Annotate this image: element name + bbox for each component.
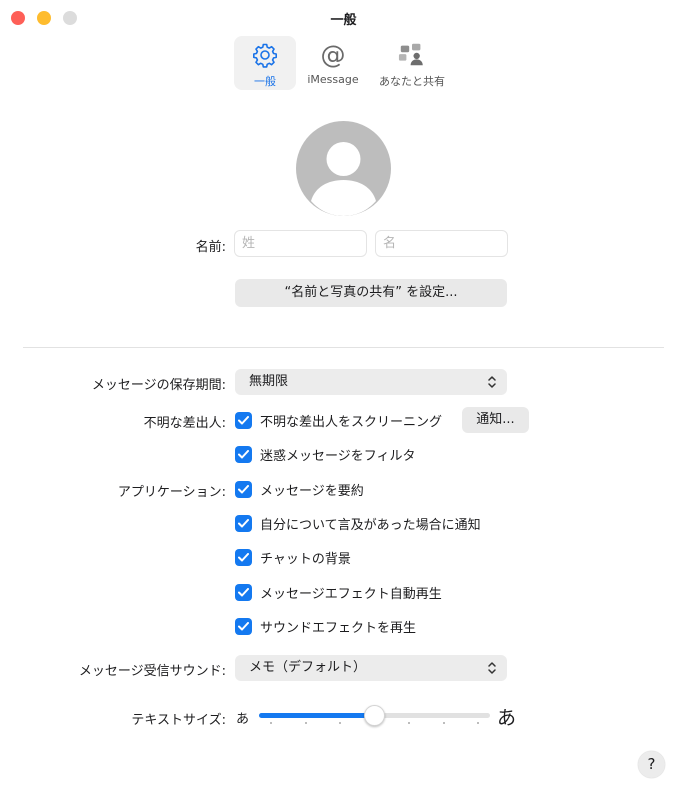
- retention-label: メッセージの保存期間:: [91, 378, 226, 393]
- slider-tick: [270, 722, 272, 724]
- slider-tick: [442, 722, 445, 724]
- last-name-field[interactable]: [234, 230, 367, 257]
- text-size-large-glyph: あ: [497, 707, 517, 729]
- shared-with-you-icon: [398, 41, 426, 69]
- checkmark-icon: [238, 484, 249, 493]
- messages-settings-window: 一般 一般 @ iMessage あなたと共有 名前: 姓 名 “名前と写真の共…: [0, 0, 687, 800]
- summarize-label: メッセージを要約: [260, 483, 364, 499]
- filter-junk-checkbox[interactable]: [235, 445, 252, 463]
- summarize-option[interactable]: メッセージを要約: [235, 479, 364, 499]
- screen-unknown-checkbox[interactable]: [235, 411, 252, 429]
- at-sign-icon: @: [320, 40, 346, 69]
- sound-effects-option[interactable]: サウンドエフェクトを再生: [235, 616, 416, 636]
- sound-effects-checkbox[interactable]: [235, 617, 252, 635]
- text-size-slider-thumb[interactable]: [364, 705, 385, 726]
- chat-background-checkbox[interactable]: [235, 548, 252, 566]
- mention-notify-checkbox[interactable]: [235, 514, 252, 532]
- retention-popup[interactable]: 無期限: [235, 369, 507, 395]
- screen-unknown-senders-option[interactable]: 不明な差出人をスクリーニング: [235, 410, 442, 430]
- section-divider: [23, 347, 664, 348]
- checkmark-icon: [238, 518, 249, 527]
- updown-chevron-icon: [488, 662, 496, 674]
- auto-effects-checkbox[interactable]: [235, 583, 252, 601]
- slider-tick: [339, 722, 341, 724]
- tab-shared-label: あなたと共有: [379, 75, 445, 88]
- received-sound-value: メモ（デフォルト）: [249, 660, 367, 675]
- name-label: 名前:: [195, 240, 226, 255]
- sound-effects-label: サウンドエフェクトを再生: [260, 620, 417, 636]
- text-size-label: テキストサイズ:: [131, 713, 226, 728]
- notifications-button[interactable]: 通知...: [462, 407, 529, 433]
- chat-background-label: チャットの背景: [260, 551, 351, 567]
- chat-background-option[interactable]: チャットの背景: [235, 547, 351, 567]
- window-title: 一般: [330, 13, 357, 28]
- tab-shared-with-you[interactable]: あなたと共有: [372, 36, 452, 90]
- checkmark-icon: [238, 621, 249, 630]
- screen-unknown-label: 不明な差出人をスクリーニング: [260, 414, 443, 430]
- checkmark-icon: [238, 415, 249, 424]
- text-size-small-glyph: あ: [236, 712, 250, 727]
- gear-icon: [251, 41, 279, 69]
- checkmark-icon: [238, 587, 249, 596]
- unknown-senders-label: 不明な差出人:: [143, 416, 226, 431]
- updown-chevron-icon: [488, 376, 496, 388]
- slider-tick: [408, 722, 410, 724]
- checkmark-icon: [238, 449, 249, 458]
- received-sound-popup[interactable]: メモ（デフォルト）: [235, 655, 507, 681]
- summarize-checkbox[interactable]: [235, 480, 252, 498]
- received-sound-label: メッセージ受信サウンド:: [78, 664, 226, 679]
- slider-tick: [477, 722, 479, 724]
- checkmark-icon: [238, 552, 249, 561]
- tab-imessage-label: iMessage: [307, 73, 359, 86]
- filter-junk-option[interactable]: 迷惑メッセージをフィルタ: [235, 444, 415, 464]
- applications-label: アプリケーション:: [117, 485, 226, 500]
- retention-value: 無期限: [249, 374, 289, 389]
- mention-notify-option[interactable]: 自分について言及があった場合に通知: [235, 513, 481, 533]
- filter-junk-label: 迷惑メッセージをフィルタ: [260, 448, 416, 464]
- auto-effects-label: メッセージエフェクト自動再生: [260, 586, 442, 602]
- tab-general[interactable]: 一般: [234, 36, 296, 90]
- name-photo-sharing-button[interactable]: “名前と写真の共有” を設定...: [235, 279, 507, 307]
- tab-imessage[interactable]: @ iMessage: [299, 36, 367, 90]
- text-size-slider-fill: [259, 713, 375, 718]
- first-name-field[interactable]: [375, 230, 508, 257]
- help-button[interactable]: ?: [638, 751, 665, 778]
- slider-tick: [304, 722, 307, 724]
- mention-notify-label: 自分について言及があった場合に通知: [260, 517, 481, 533]
- auto-effects-option[interactable]: メッセージエフェクト自動再生: [235, 582, 442, 602]
- avatar[interactable]: [296, 121, 391, 216]
- tab-general-label: 一般: [254, 75, 276, 88]
